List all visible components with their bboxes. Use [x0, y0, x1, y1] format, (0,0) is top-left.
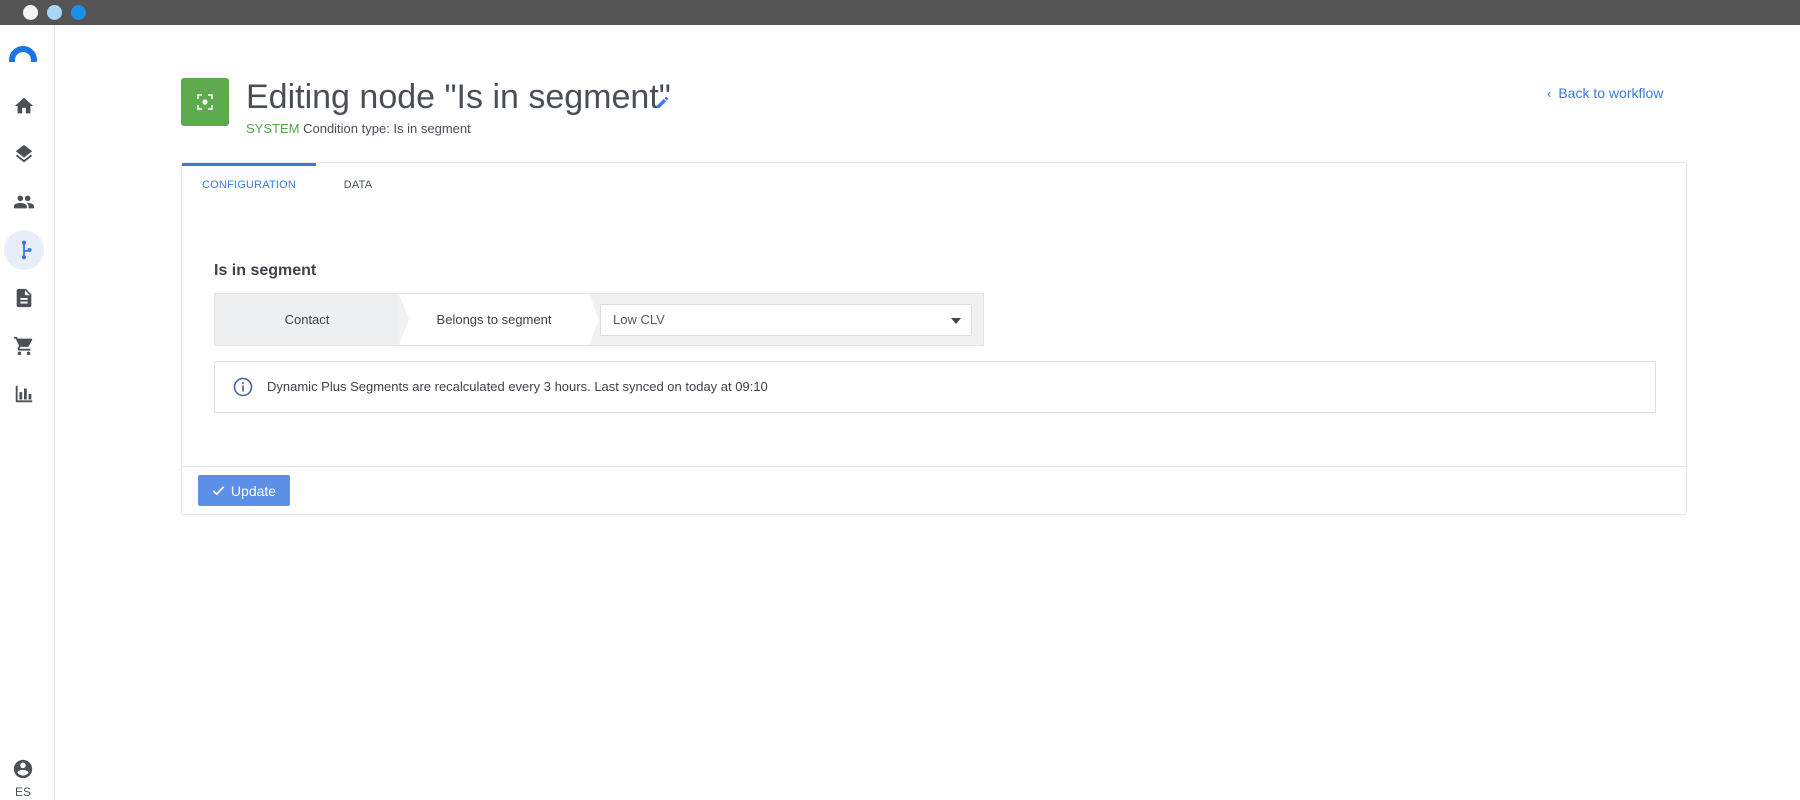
window-close-button[interactable] [23, 5, 38, 20]
cart-icon [13, 336, 33, 356]
chevron-left-icon: ‹ [1547, 86, 1552, 101]
sidebar-item-commerce[interactable] [4, 326, 44, 366]
condition-subject: Contact [284, 312, 330, 327]
sidebar-item-documents[interactable] [4, 278, 44, 318]
document-icon [16, 288, 32, 308]
pencil-icon [656, 96, 669, 109]
window-minimize-button[interactable] [47, 5, 62, 20]
node-subtitle: SYSTEM Condition type: Is in segment [246, 121, 471, 136]
tab-data[interactable]: DATA [332, 163, 384, 207]
section-title: Is in segment [214, 262, 317, 279]
segment-select-value: Low CLV [613, 312, 665, 327]
sync-info-text: Dynamic Plus Segments are recalculated e… [267, 379, 768, 394]
bar-chart-icon [15, 385, 33, 403]
node-editor-card: CONFIGURATION DATA Is in segment Contact… [181, 162, 1687, 515]
node-type-badge [181, 78, 229, 126]
language-label: ES [14, 785, 31, 799]
people-icon [13, 195, 35, 209]
sidebar-item-layers[interactable] [4, 134, 44, 174]
system-label: SYSTEM [246, 121, 300, 136]
caret-down-icon [951, 318, 961, 324]
tab-configuration[interactable]: CONFIGURATION [182, 163, 316, 207]
workflow-icon [21, 240, 32, 260]
condition-operator: Belongs to segment [436, 312, 552, 327]
sidebar-item-contacts[interactable] [4, 182, 44, 222]
update-button[interactable]: Update [198, 475, 290, 506]
check-icon [212, 486, 225, 496]
window-titlebar [0, 0, 1800, 25]
edit-title-button[interactable] [655, 95, 670, 110]
back-to-workflow-link[interactable]: ‹ Back to workflow [1547, 85, 1663, 101]
condition-builder: Contact Belongs to segment Low CLV [214, 293, 984, 346]
app-logo[interactable] [9, 46, 37, 62]
condition-type-label: Condition type: Is in segment [303, 121, 471, 136]
sync-info-banner: Dynamic Plus Segments are recalculated e… [214, 361, 1656, 413]
sidebar-item-reports[interactable] [4, 374, 44, 414]
segment-select[interactable]: Low CLV [600, 304, 972, 336]
sidebar: ES [0, 25, 55, 800]
sidebar-item-home[interactable] [4, 86, 44, 126]
account-icon [13, 759, 33, 779]
update-button-label: Update [230, 482, 277, 499]
window-maximize-button[interactable] [71, 5, 86, 20]
back-link-label: Back to workflow [1558, 85, 1664, 101]
user-menu[interactable]: ES [10, 758, 36, 799]
sidebar-item-workflows[interactable] [4, 230, 44, 270]
home-icon [14, 97, 34, 114]
segment-focus-icon [197, 94, 213, 110]
layers-icon [15, 144, 33, 163]
card-footer: Update [182, 466, 1686, 515]
page-title: Editing node "Is in segment" [246, 78, 671, 116]
info-icon [233, 377, 253, 397]
